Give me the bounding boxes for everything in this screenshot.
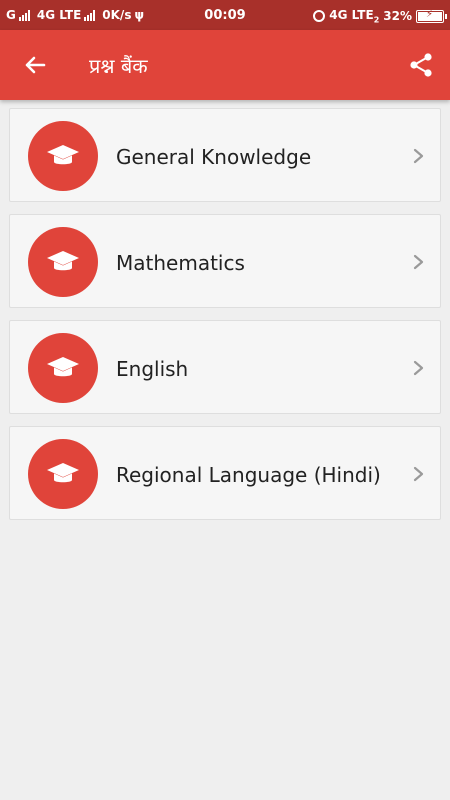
graduation-cap-icon [47, 463, 79, 483]
status-bar: G 4G LTE 0K/s ψ 00:09 4G LTE2 32% ⚡ [0, 0, 450, 30]
chevron-right-icon [413, 360, 424, 376]
category-label: Mathematics [116, 251, 245, 275]
share-button[interactable] [408, 52, 434, 78]
network-label-right: 4G LTE2 [329, 8, 380, 25]
battery-icon: ⚡ [416, 9, 447, 23]
back-button[interactable] [20, 50, 50, 80]
graduation-cap-icon [47, 145, 79, 165]
chevron-right-icon [413, 254, 424, 270]
category-avatar [28, 333, 98, 403]
chevron-right-icon [413, 466, 424, 482]
category-avatar [28, 227, 98, 297]
battery-percent: 32% [383, 9, 412, 24]
graduation-cap-icon [47, 357, 79, 377]
category-label: General Knowledge [116, 145, 312, 169]
sim-index: 2 [373, 15, 380, 25]
category-avatar [28, 439, 98, 509]
graduation-cap-icon [47, 251, 79, 271]
category-card-regional-language[interactable]: Regional Language (Hindi) [9, 426, 441, 520]
share-icon [410, 53, 432, 77]
alarm-icon [313, 10, 326, 23]
arrow-back-icon [25, 56, 46, 74]
category-card-english[interactable]: English [9, 320, 441, 414]
chevron-right-icon [413, 148, 424, 164]
category-card-mathematics[interactable]: Mathematics [9, 214, 441, 308]
category-avatar [28, 121, 98, 191]
status-right: 4G LTE2 32% ⚡ [313, 8, 447, 25]
category-label: Regional Language (Hindi) [116, 463, 381, 487]
category-label: English [116, 357, 189, 381]
app-bar: प्रश्न बैंक [0, 30, 450, 100]
category-list: General Knowledge Mathematics English Re… [9, 108, 441, 532]
category-card-general-knowledge[interactable]: General Knowledge [9, 108, 441, 202]
page-title: प्रश्न बैंक [89, 54, 148, 78]
